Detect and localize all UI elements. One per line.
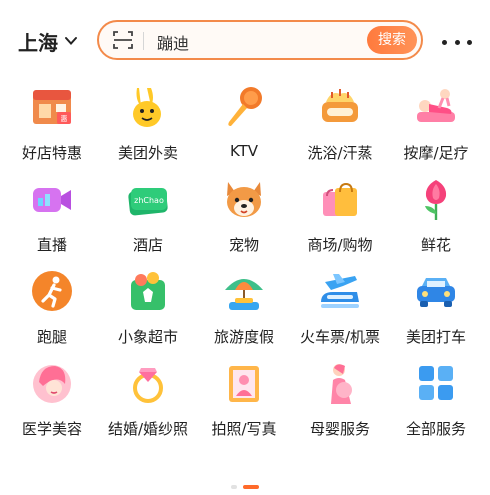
ring-icon bbox=[125, 360, 171, 406]
category-label: 医学美容 bbox=[21, 420, 82, 438]
category-label: 跑腿 bbox=[36, 328, 67, 346]
microphone-icon bbox=[221, 84, 267, 130]
photo-frame-icon bbox=[221, 360, 267, 406]
category-label: KTV bbox=[229, 142, 259, 160]
grid-icon bbox=[413, 360, 459, 406]
city-name: 上海 bbox=[18, 30, 58, 55]
page-dot-active[interactable] bbox=[243, 485, 259, 489]
category-tile[interactable]: 小象超市 bbox=[100, 264, 196, 356]
category-tile[interactable]: 洗浴/汗蒸 bbox=[292, 80, 388, 172]
category-tile[interactable]: 按摩/足疗 bbox=[388, 80, 484, 172]
page-dot[interactable] bbox=[231, 485, 237, 489]
category-tile[interactable]: 全部服务 bbox=[388, 356, 484, 448]
search-bar[interactable]: 蹦迪 搜索 bbox=[97, 20, 423, 60]
dog-icon bbox=[221, 176, 267, 222]
category-tile[interactable]: 旅游度假 bbox=[196, 264, 292, 356]
bath-icon bbox=[317, 84, 363, 130]
category-label: 宠物 bbox=[228, 236, 259, 254]
train-plane-icon bbox=[317, 268, 363, 314]
search-button[interactable]: 搜索 bbox=[367, 26, 417, 54]
search-divider bbox=[143, 32, 144, 50]
category-label: 全部服务 bbox=[405, 420, 466, 438]
category-label: 火车票/机票 bbox=[299, 328, 381, 346]
category-tile[interactable]: 跑腿 bbox=[4, 264, 100, 356]
page-indicator bbox=[0, 484, 490, 490]
category-label: 拍照/写真 bbox=[211, 420, 277, 438]
category-label: 直播 bbox=[36, 236, 67, 254]
shopping-bag-icon bbox=[317, 176, 363, 222]
flower-icon bbox=[413, 176, 459, 222]
category-label: 结婚/婚纱照 bbox=[107, 420, 189, 438]
category-label: 鲜花 bbox=[420, 236, 451, 254]
svg-text:惠: 惠 bbox=[61, 114, 68, 123]
video-camera-icon bbox=[29, 176, 75, 222]
search-input[interactable]: 蹦迪 bbox=[157, 30, 189, 54]
category-label: 好店特惠 bbox=[21, 144, 82, 162]
category-label: 洗浴/汗蒸 bbox=[307, 144, 373, 162]
category-tile[interactable]: KTV bbox=[196, 80, 292, 172]
storefront-icon: 惠 bbox=[29, 84, 75, 130]
hotel-card-icon: zhChao bbox=[125, 176, 171, 222]
svg-text:zhChao: zhChao bbox=[134, 196, 164, 205]
category-tile[interactable]: 宠物 bbox=[196, 172, 292, 264]
grocery-icon bbox=[125, 268, 171, 314]
category-tile[interactable]: 美团打车 bbox=[388, 264, 484, 356]
category-tile[interactable]: 商场/购物 bbox=[292, 172, 388, 264]
mother-baby-icon bbox=[317, 360, 363, 406]
category-label: 按摩/足疗 bbox=[403, 144, 469, 162]
category-label: 母婴服务 bbox=[309, 420, 370, 438]
runner-icon bbox=[29, 268, 75, 314]
category-label: 酒店 bbox=[132, 236, 163, 254]
chevron-down-icon bbox=[64, 29, 78, 53]
category-grid: 惠 好店特惠 美团外卖 KTV 洗浴/汗蒸 按摩/足疗 直播 zhChao 酒店… bbox=[4, 80, 486, 448]
category-tile[interactable]: 结婚/婚纱照 bbox=[100, 356, 196, 448]
more-menu-icon[interactable] bbox=[442, 38, 472, 46]
city-selector[interactable]: 上海 bbox=[18, 28, 78, 55]
massage-icon bbox=[413, 84, 459, 130]
category-tile[interactable]: 火车票/机票 bbox=[292, 264, 388, 356]
scan-icon[interactable] bbox=[113, 30, 133, 50]
category-label: 美团打车 bbox=[405, 328, 466, 346]
category-label: 商场/购物 bbox=[307, 236, 373, 254]
category-tile[interactable]: 惠 好店特惠 bbox=[4, 80, 100, 172]
category-tile[interactable]: 医学美容 bbox=[4, 356, 100, 448]
category-tile[interactable]: 鲜花 bbox=[388, 172, 484, 264]
category-label: 美团外卖 bbox=[117, 144, 178, 162]
beach-umbrella-icon bbox=[221, 268, 267, 314]
category-tile[interactable]: zhChao 酒店 bbox=[100, 172, 196, 264]
category-label: 旅游度假 bbox=[213, 328, 274, 346]
beauty-face-icon bbox=[29, 360, 75, 406]
category-tile[interactable]: 美团外卖 bbox=[100, 80, 196, 172]
category-tile[interactable]: 直播 bbox=[4, 172, 100, 264]
kangaroo-icon bbox=[125, 84, 171, 130]
top-bar: 上海 蹦迪 搜索 bbox=[0, 14, 490, 66]
category-tile[interactable]: 母婴服务 bbox=[292, 356, 388, 448]
category-label: 小象超市 bbox=[117, 328, 178, 346]
category-tile[interactable]: 拍照/写真 bbox=[196, 356, 292, 448]
taxi-icon bbox=[413, 268, 459, 314]
